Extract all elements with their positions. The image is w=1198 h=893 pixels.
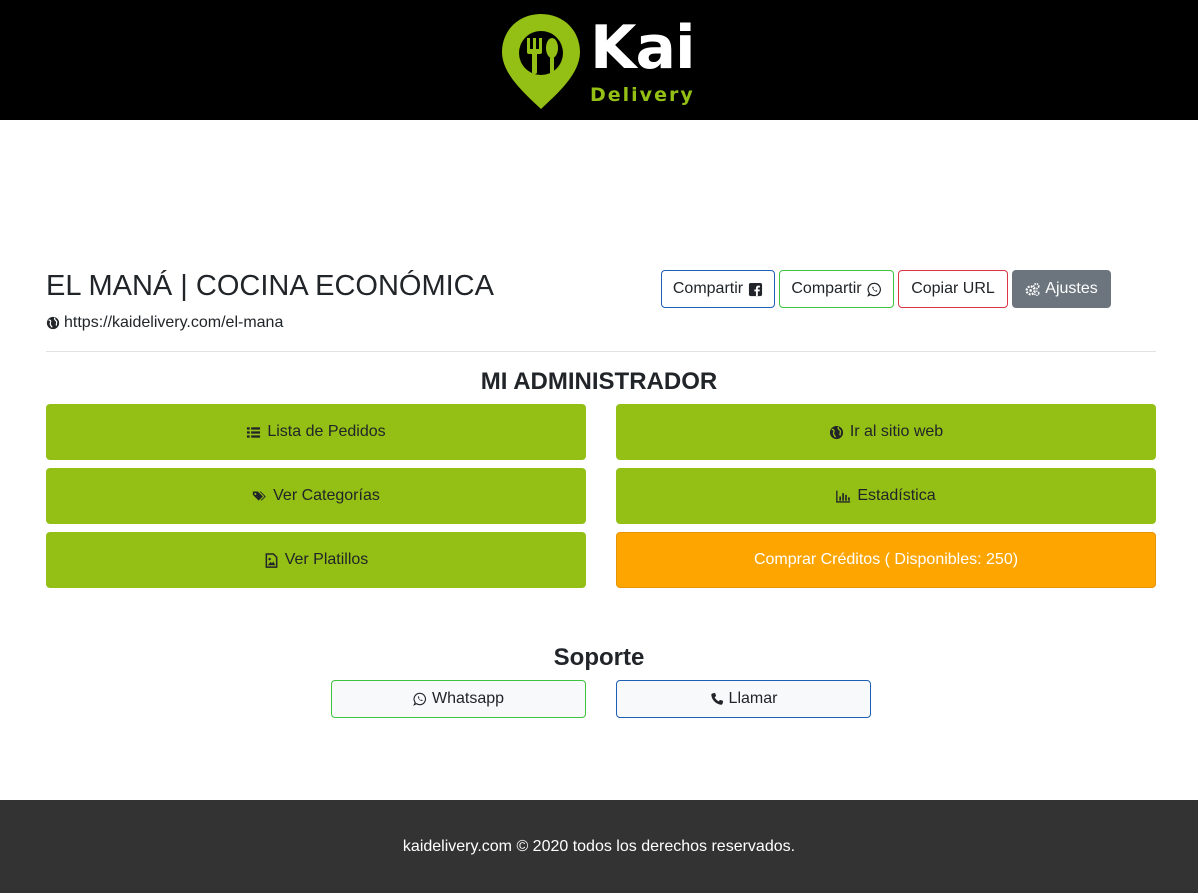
logo-wordmark: Kai [590,13,696,83]
statistics-label: Estadística [857,487,936,504]
share-facebook-label: Compartir [672,280,744,297]
support-title: Soporte [553,644,645,671]
globe-icon [46,316,60,330]
footer-copyright: kaidelivery.com © 2020 todos los derecho… [402,837,796,855]
logo-subtext: Delivery [590,84,695,106]
copy-url-button[interactable]: Copiar URL [898,270,1008,308]
store-url[interactable]: https://kaidelivery.com/el-mana [46,313,283,333]
support-whatsapp-button[interactable]: Whatsapp [331,680,586,718]
visit-website-label: Ir al sitio web [849,423,944,440]
categories-label: Ver Categorías [273,487,380,504]
phone-icon [710,692,723,705]
store-name: EL MANÁ | COCINA ECONÓMICA [46,270,494,302]
share-whatsapp-button[interactable]: Compartir [779,270,894,308]
page-footer: kaidelivery.com © 2020 todos los derecho… [0,800,1198,893]
buy-credits-button[interactable]: Comprar Créditos ( Disponibles: 250) [616,532,1156,588]
statistics-button[interactable]: Estadística [616,468,1156,524]
share-whatsapp-label: Compartir [791,280,862,297]
top-header: Kai Delivery [0,0,1198,120]
store-url-text: https://kaidelivery.com/el-mana [64,314,284,331]
orders-list-label: Lista de Pedidos [267,423,386,440]
facebook-square-icon [749,282,763,296]
buy-credits-label: Comprar Créditos ( Disponibles: 250) [753,551,1019,568]
whatsapp-icon [866,282,881,297]
section-divider [46,351,1156,352]
globe-icon [829,425,843,439]
image-file-icon [265,552,278,568]
support-call-button[interactable]: Llamar [616,680,871,718]
bar-chart-icon [836,490,851,503]
dishes-label: Ver Platillos [284,551,369,568]
whatsapp-icon [413,692,426,706]
share-facebook-button[interactable]: Compartir [661,270,775,308]
tags-icon [252,491,266,501]
support-call-label: Llamar [728,690,778,707]
fork-spoon-pin-icon [502,14,580,109]
settings-label: Ajustes [1045,280,1098,297]
categories-button[interactable]: Ver Categorías [46,468,586,524]
support-whatsapp-label: Whatsapp [431,690,505,707]
settings-button[interactable]: Ajustes [1012,270,1111,308]
list-icon [247,426,261,438]
dishes-button[interactable]: Ver Platillos [46,532,586,588]
gears-icon [1025,282,1040,296]
copy-url-label: Copiar URL [911,280,995,297]
kai-delivery-logo[interactable]: Kai Delivery [500,12,700,112]
orders-list-button[interactable]: Lista de Pedidos [46,404,586,460]
visit-website-button[interactable]: Ir al sitio web [616,404,1156,460]
admin-title: MI ADMINISTRADOR [480,368,718,395]
